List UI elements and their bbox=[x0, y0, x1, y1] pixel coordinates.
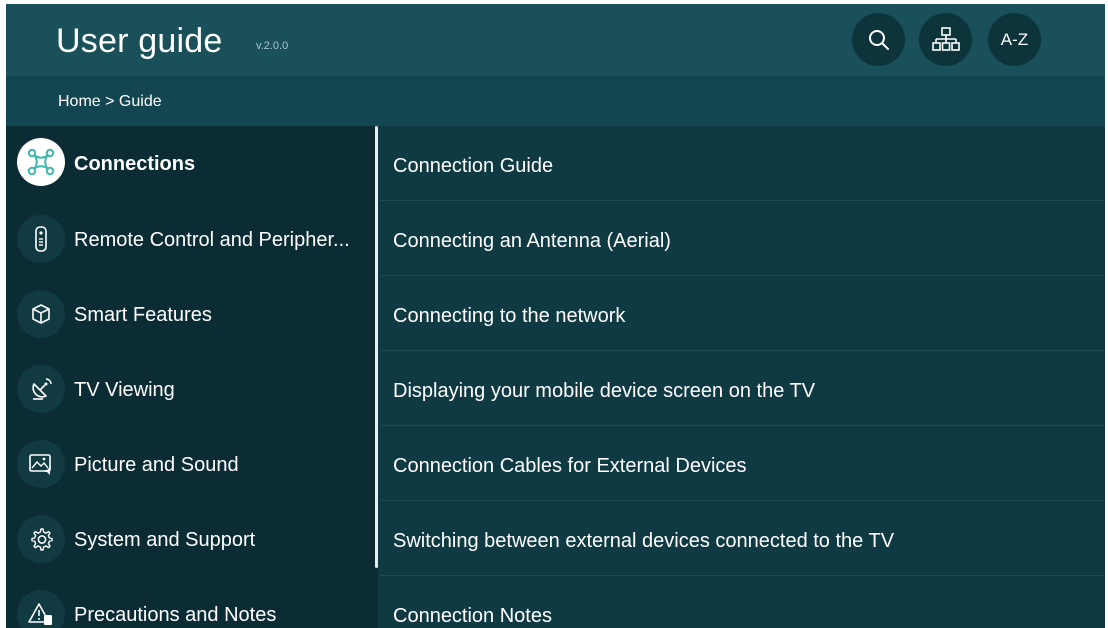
sidebar-item-label: Remote Control and Peripher... bbox=[74, 229, 350, 251]
sidebar-item-label: Connections bbox=[74, 153, 196, 175]
breadcrumb-bar: Home > Guide bbox=[6, 76, 1105, 126]
satellite-icon bbox=[17, 365, 65, 413]
sidebar-item-system-support[interactable]: System and Support bbox=[6, 501, 371, 576]
breadcrumb: Home > Guide bbox=[58, 93, 162, 110]
topic-item-switching[interactable]: Switching between external devices conne… bbox=[380, 501, 1105, 576]
topic-item-mobile-screen[interactable]: Displaying your mobile device screen on … bbox=[380, 351, 1105, 426]
a-z-label: A-Z bbox=[1000, 29, 1029, 49]
scrollbar[interactable] bbox=[375, 126, 378, 568]
picture-sound-icon bbox=[17, 440, 65, 488]
topic-label: Connecting to the network bbox=[393, 305, 626, 327]
sitemap-button[interactable] bbox=[919, 13, 972, 66]
page-title: User guide bbox=[56, 22, 223, 60]
sitemap-icon bbox=[931, 26, 960, 53]
sidebar-item-label: Picture and Sound bbox=[74, 454, 239, 476]
sidebar-item-precautions[interactable]: Precautions and Notes bbox=[6, 576, 371, 628]
sidebar-item-label: Precautions and Notes bbox=[74, 604, 277, 626]
sidebar-item-smart-features[interactable]: Smart Features bbox=[6, 276, 371, 351]
search-button[interactable] bbox=[852, 13, 905, 66]
topic-list: Connection Guide Connecting an Antenna (… bbox=[380, 126, 1105, 628]
topic-item-connection-notes[interactable]: Connection Notes bbox=[380, 576, 1105, 628]
topic-item-cables[interactable]: Connection Cables for External Devices bbox=[380, 426, 1105, 501]
topic-label: Displaying your mobile device screen on … bbox=[393, 380, 816, 402]
version-label: v.2.0.0 bbox=[256, 40, 289, 52]
sidebar-item-label: System and Support bbox=[74, 529, 256, 551]
topic-label: Switching between external devices conne… bbox=[393, 530, 895, 552]
app-window: User guide v.2.0.0 A-Z Home > Guide Conn… bbox=[6, 4, 1105, 628]
warning-icon bbox=[17, 590, 65, 628]
gear-icon bbox=[17, 515, 65, 563]
topic-item-antenna[interactable]: Connecting an Antenna (Aerial) bbox=[380, 201, 1105, 276]
topic-label: Connection Notes bbox=[393, 605, 552, 627]
sidebar: Connections Remote Control and Peripher.… bbox=[6, 126, 378, 628]
sidebar-item-remote-control[interactable]: Remote Control and Peripher... bbox=[6, 201, 371, 276]
topic-item-network[interactable]: Connecting to the network bbox=[380, 276, 1105, 351]
topic-label: Connecting an Antenna (Aerial) bbox=[393, 230, 671, 252]
topic-item-connection-guide[interactable]: Connection Guide bbox=[380, 126, 1105, 201]
sidebar-item-label: Smart Features bbox=[74, 304, 212, 326]
cube-icon bbox=[17, 290, 65, 338]
topic-label: Connection Cables for External Devices bbox=[393, 455, 747, 477]
sidebar-item-label: TV Viewing bbox=[74, 379, 175, 401]
header-bar: User guide v.2.0.0 A-Z bbox=[6, 4, 1105, 76]
search-icon bbox=[868, 29, 890, 51]
sidebar-item-picture-sound[interactable]: Picture and Sound bbox=[6, 426, 371, 501]
a-z-button[interactable]: A-Z bbox=[988, 13, 1041, 66]
sidebar-item-connections[interactable]: Connections bbox=[6, 126, 371, 201]
sidebar-item-tv-viewing[interactable]: TV Viewing bbox=[6, 351, 371, 426]
remote-icon bbox=[17, 215, 65, 263]
connections-icon bbox=[17, 138, 65, 186]
topic-label: Connection Guide bbox=[393, 155, 554, 177]
